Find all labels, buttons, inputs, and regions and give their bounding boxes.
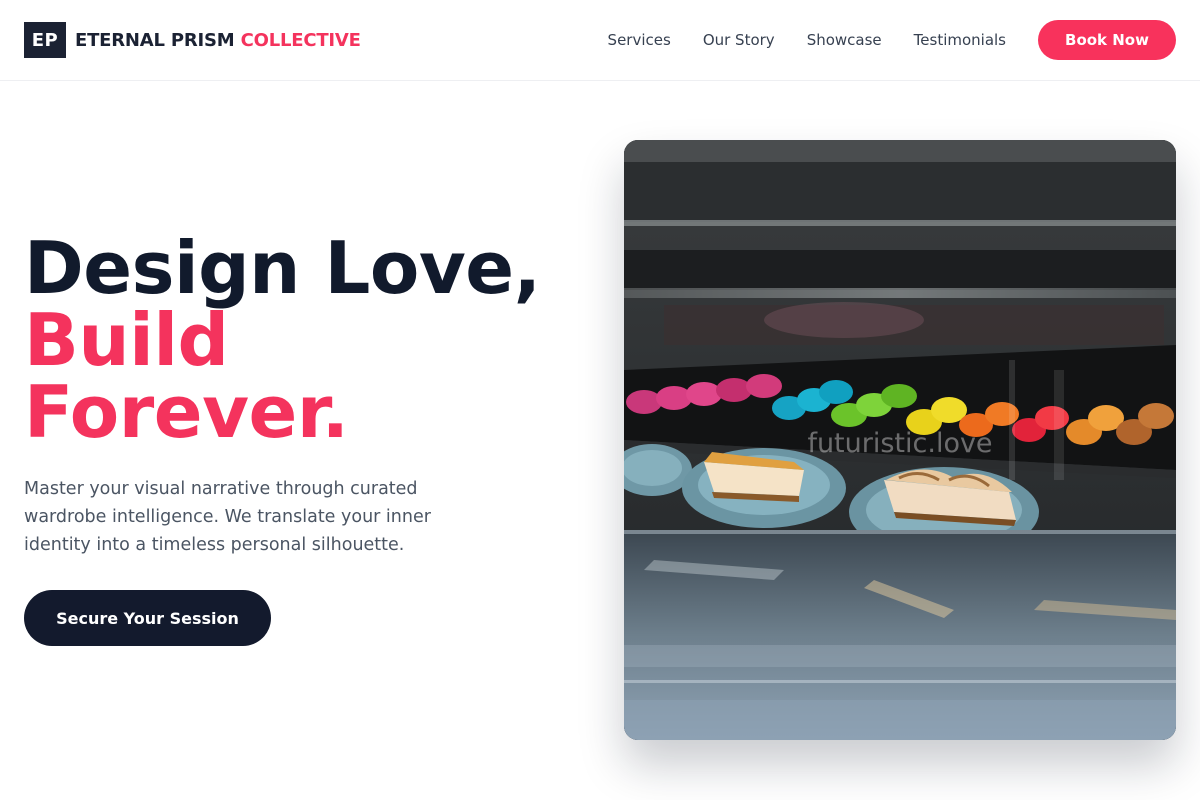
book-now-button[interactable]: Book Now (1038, 20, 1176, 60)
site-header: EP ETERNAL PRISM COLLECTIVE Services Our… (0, 0, 1200, 81)
main-nav: Services Our Story Showcase Testimonials… (608, 20, 1176, 60)
brand-name-accent: COLLECTIVE (240, 29, 361, 51)
hero-title-line-2: Build (24, 298, 229, 382)
hero-title: Design Love, Build Forever. (24, 226, 541, 454)
nav-link-showcase[interactable]: Showcase (807, 31, 882, 49)
nav-link-services[interactable]: Services (608, 31, 671, 49)
pastry-display-illustration (624, 140, 1176, 740)
nav-link-our-story[interactable]: Our Story (703, 31, 775, 49)
secure-session-button[interactable]: Secure Your Session (24, 590, 271, 646)
logo-mark: EP (24, 22, 66, 58)
hero-image: futuristic.love (624, 140, 1176, 740)
hero-description: Master your visual narrative through cur… (24, 479, 431, 555)
brand-logo[interactable]: EP ETERNAL PRISM COLLECTIVE (24, 22, 361, 58)
nav-link-testimonials[interactable]: Testimonials (914, 31, 1006, 49)
hero-title-line-1: Design Love, (24, 226, 541, 310)
brand-name: ETERNAL PRISM COLLECTIVE (75, 30, 361, 51)
brand-name-primary: ETERNAL PRISM (75, 29, 235, 51)
hero-title-line-3: Forever. (24, 370, 349, 454)
